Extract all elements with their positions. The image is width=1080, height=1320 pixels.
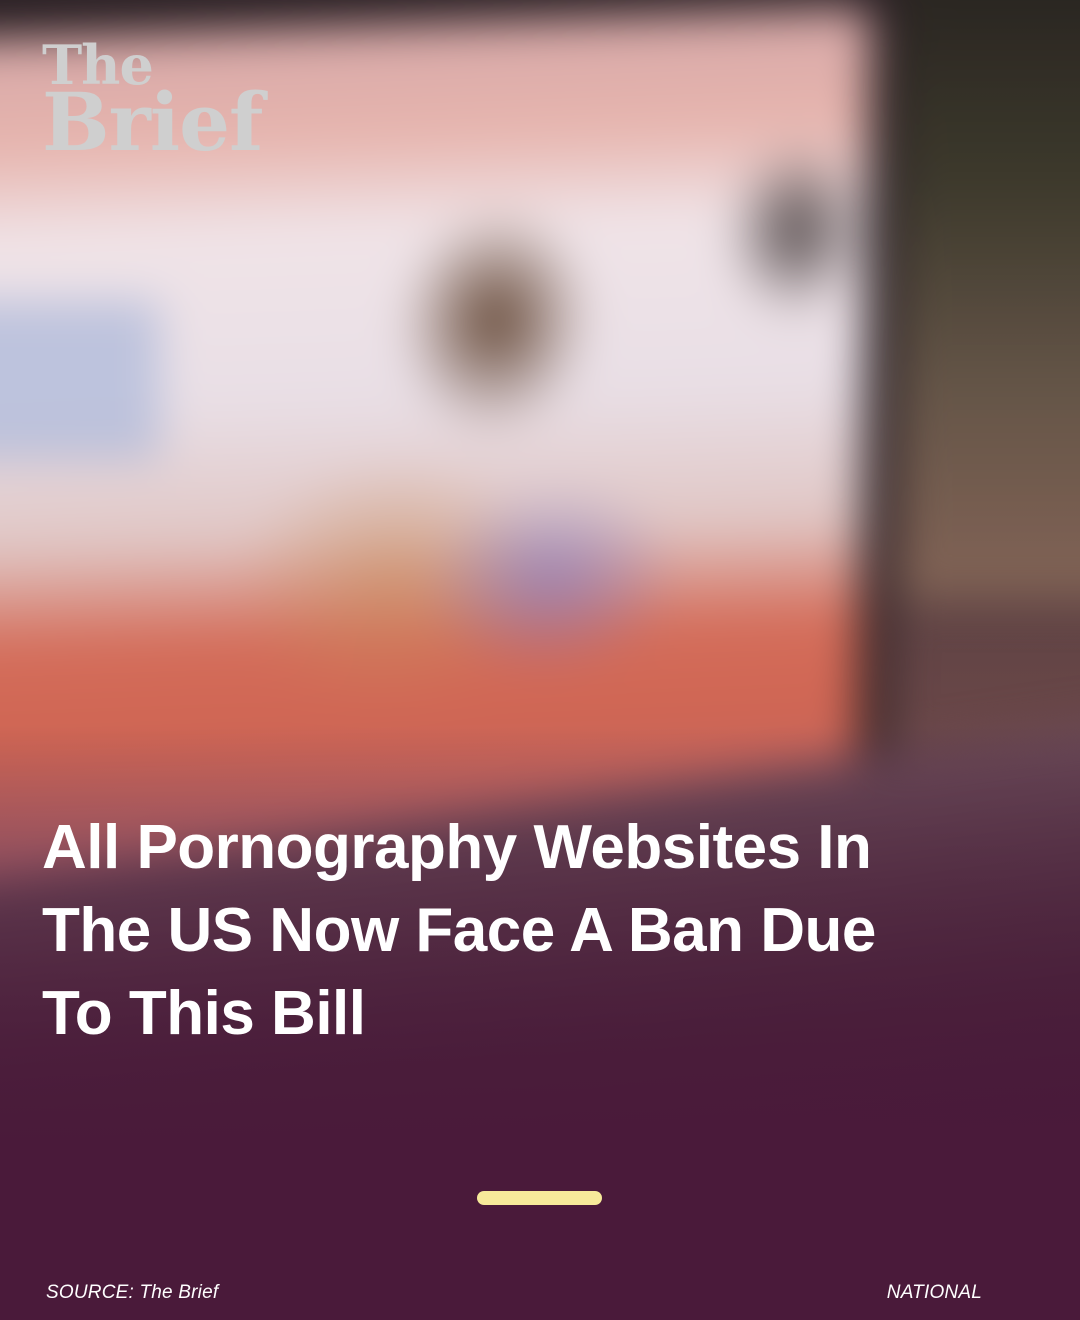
footer-category: NATIONAL (886, 1282, 982, 1303)
headline: All Pornography Websites In The US Now F… (42, 813, 876, 1048)
news-card: The Brief All Pornography Websites In Th… (0, 0, 1080, 1320)
logo-line-brief: Brief (42, 75, 263, 170)
gradient-overlay (0, 0, 1080, 1320)
footer-source: SOURCE: The Brief (46, 1282, 219, 1303)
accent-bar (477, 1191, 602, 1205)
brand-logo: The Brief (42, 38, 263, 170)
